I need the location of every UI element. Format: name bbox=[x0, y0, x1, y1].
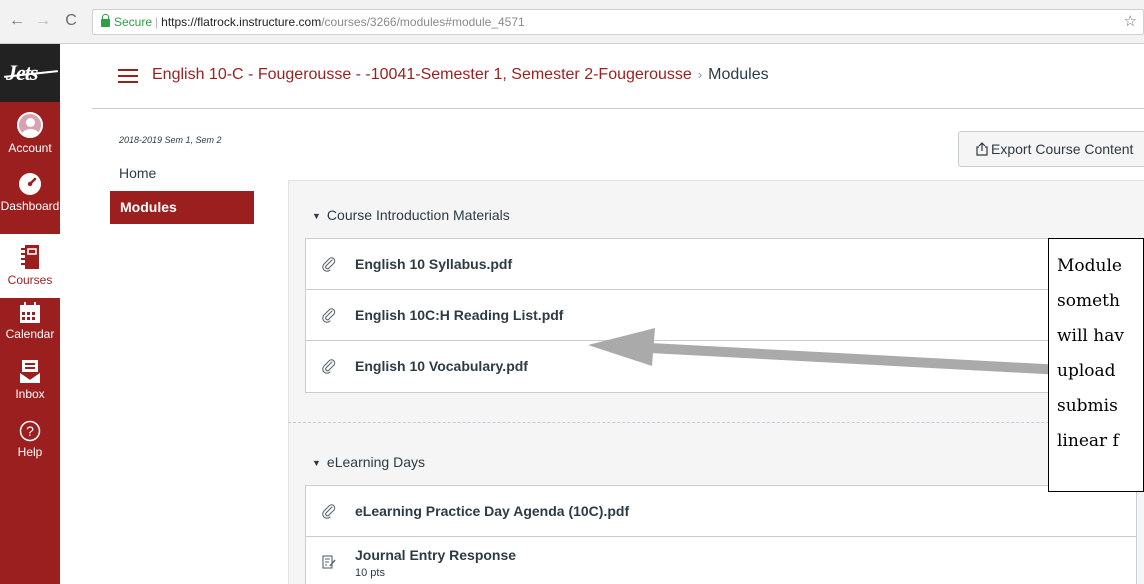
global-nav-label: Calendar bbox=[5, 327, 55, 341]
module-item[interactable]: English 10 Vocabulary.pdf bbox=[306, 341, 1136, 392]
back-icon[interactable]: ← bbox=[8, 13, 26, 29]
module-item-title[interactable]: English 10 Vocabulary.pdf bbox=[355, 358, 528, 374]
module-divider bbox=[288, 422, 1144, 423]
reload-icon[interactable]: C bbox=[62, 13, 80, 29]
module-header-intro[interactable]: ▼ Course Introduction Materials bbox=[312, 207, 510, 223]
global-nav-label: Dashboard bbox=[0, 199, 60, 213]
paperclip-icon bbox=[322, 504, 336, 519]
global-nav-label: Help bbox=[17, 445, 43, 459]
help-icon: ? bbox=[19, 420, 41, 442]
course-term: 2018-2019 Sem 1, Sem 2 bbox=[119, 135, 222, 145]
url-path: /courses/3266/modules#module_4571 bbox=[321, 15, 525, 29]
course-nav-home[interactable]: Home bbox=[119, 165, 156, 181]
svg-text:?: ? bbox=[26, 423, 34, 439]
module-item-title[interactable]: Journal Entry Response bbox=[355, 547, 516, 563]
header-divider bbox=[92, 108, 1144, 109]
module-items-intro: English 10 Syllabus.pdf English 10C:H Re… bbox=[305, 238, 1137, 393]
collapse-caret-icon[interactable]: ▼ bbox=[312, 211, 321, 221]
paperclip-icon bbox=[322, 359, 336, 374]
module-item-title[interactable]: English 10C:H Reading List.pdf bbox=[355, 307, 563, 323]
paperclip-icon bbox=[322, 308, 336, 323]
module-item[interactable]: English 10 Syllabus.pdf bbox=[306, 239, 1136, 290]
browser-toolbar: ← → C Secure | https://flatrock.instructur… bbox=[0, 0, 1144, 44]
global-nav-help[interactable]: ? Help bbox=[0, 420, 60, 478]
module-item[interactable]: eLearning Practice Day Agenda (10C).pdf bbox=[306, 486, 1136, 537]
paperclip-icon bbox=[322, 257, 336, 272]
callout-line: upload bbox=[1057, 361, 1116, 381]
url-separator: | bbox=[155, 15, 159, 29]
global-nav-label: Account bbox=[8, 141, 52, 155]
courses-icon bbox=[21, 245, 39, 269]
address-bar[interactable]: Secure | https://flatrock.instructure.com/… bbox=[92, 9, 1144, 35]
module-item-points: 10 pts bbox=[355, 567, 385, 579]
callout-line: submis bbox=[1057, 396, 1118, 416]
module-items-elearning: eLearning Practice Day Agenda (10C).pdf … bbox=[305, 485, 1137, 584]
module-item-title[interactable]: English 10 Syllabus.pdf bbox=[355, 256, 512, 272]
global-nav-courses[interactable]: Courses bbox=[0, 234, 60, 298]
breadcrumb-course-link[interactable]: English 10-C - Fougerousse - -10041-Seme… bbox=[152, 66, 692, 83]
module-item[interactable]: Journal Entry Response 10 pts bbox=[306, 537, 1136, 584]
export-label: Export Course Content bbox=[991, 141, 1134, 157]
global-nav-label: Courses bbox=[7, 273, 53, 287]
dashboard-icon bbox=[19, 173, 41, 195]
global-nav-label: Inbox bbox=[15, 387, 45, 401]
brand-logo-area[interactable]: Jets bbox=[0, 44, 60, 102]
breadcrumb: English 10-C - Fougerousse - -10041-Seme… bbox=[152, 66, 769, 84]
module-title: eLearning Days bbox=[326, 454, 425, 470]
module-title: Course Introduction Materials bbox=[326, 207, 510, 223]
callout-line: linear f bbox=[1057, 431, 1119, 451]
callout-line: Module bbox=[1057, 256, 1122, 276]
assignment-icon bbox=[322, 555, 336, 569]
export-course-content-button[interactable]: Export Course Content bbox=[958, 131, 1144, 167]
hamburger-menu-icon[interactable] bbox=[118, 69, 138, 83]
module-item-title[interactable]: eLearning Practice Day Agenda (10C).pdf bbox=[355, 503, 629, 519]
bookmark-star-icon[interactable]: ☆ bbox=[1124, 10, 1137, 34]
global-navigation: Jets Account Dashboard Courses Calendar … bbox=[0, 44, 60, 584]
course-nav-modules[interactable]: Modules bbox=[110, 191, 254, 224]
account-avatar-icon bbox=[17, 112, 43, 138]
breadcrumb-current: Modules bbox=[708, 66, 769, 83]
annotation-callout: Module someth will hav upload submis lin… bbox=[1048, 238, 1144, 492]
breadcrumb-separator: › bbox=[697, 67, 703, 82]
secure-label: Secure bbox=[114, 15, 153, 29]
module-header-elearning[interactable]: ▼ eLearning Days bbox=[312, 454, 425, 470]
lock-icon bbox=[101, 14, 110, 27]
inbox-icon bbox=[19, 360, 41, 383]
jets-logo: Jets bbox=[6, 60, 38, 85]
callout-line: will hav bbox=[1057, 326, 1124, 346]
calendar-icon bbox=[20, 302, 40, 323]
module-item[interactable]: English 10C:H Reading List.pdf bbox=[306, 290, 1136, 341]
callout-line: someth bbox=[1057, 291, 1120, 311]
global-nav-dashboard[interactable]: Dashboard bbox=[0, 172, 60, 230]
collapse-caret-icon[interactable]: ▼ bbox=[312, 458, 321, 468]
forward-icon[interactable]: → bbox=[34, 13, 52, 29]
url-host: https://flatrock.instructure.com bbox=[161, 15, 322, 29]
global-nav-inbox[interactable]: Inbox bbox=[0, 360, 60, 418]
global-nav-calendar[interactable]: Calendar bbox=[0, 302, 60, 360]
export-icon bbox=[976, 142, 988, 156]
global-nav-account[interactable]: Account bbox=[0, 112, 60, 168]
